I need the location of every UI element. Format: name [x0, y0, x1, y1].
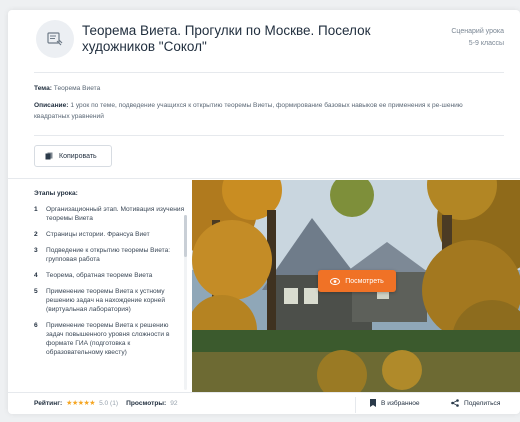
card-footer: Рейтинг: ★★★★★ 5.0 (1) Просмотры: 92 В и… — [8, 392, 520, 414]
rating-label: Рейтинг: — [34, 399, 63, 407]
views-label: Просмотры: — [126, 399, 167, 407]
stage-text: Теорема, обратная теореме Виета — [46, 272, 153, 279]
stage-text: Подведение к открытию теоремы Виета: гру… — [46, 247, 171, 263]
copy-button-label: Копировать — [59, 152, 97, 160]
description-label: Описание: — [34, 102, 69, 109]
copy-button[interactable]: Копировать — [34, 145, 112, 167]
lesson-card: Теорема Виета. Прогулки по Москве. Посел… — [8, 10, 520, 414]
share-button[interactable]: Поделиться — [451, 399, 500, 407]
stage-number: 3 — [34, 247, 38, 254]
divider — [34, 135, 504, 136]
favorite-label: В избранное — [381, 399, 420, 407]
stage-number: 2 — [34, 231, 38, 238]
favorite-button[interactable]: В избранное — [370, 399, 420, 407]
topic-row: Тема: Теорема Виета — [34, 83, 504, 94]
eye-icon — [330, 277, 341, 285]
stage-item[interactable]: 6 Применение теоремы Виета к решению зада… — [34, 321, 186, 357]
stage-number: 1 — [34, 206, 38, 213]
stage-text: Применение теоремы Виета к устному решен… — [46, 288, 166, 313]
stages-scroll-thumb[interactable] — [184, 215, 187, 257]
material-type: Сценарий урока 5-9 классы — [451, 26, 504, 50]
stage-number: 4 — [34, 272, 38, 279]
description-row: Описание: 1 урок по теме, подведение уча… — [34, 100, 494, 122]
stage-number: 5 — [34, 288, 38, 295]
rating-stars[interactable]: ★★★★★ — [66, 399, 95, 407]
views-value: 92 — [170, 399, 178, 407]
scenario-icon — [36, 20, 74, 58]
material-type-label: Сценарий урока — [451, 28, 504, 35]
stages-title: Этапы урока: — [34, 190, 78, 197]
view-button[interactable]: Посмотреть — [318, 270, 396, 292]
copy-icon — [45, 152, 53, 160]
description-value: 1 урок по теме, подведение учащихся к от… — [34, 102, 463, 120]
share-icon — [451, 399, 459, 407]
stage-item[interactable]: 3 Подведение к открытию теоремы Виета: гр… — [34, 246, 186, 264]
view-button-label: Посмотреть — [345, 277, 384, 285]
page-title: Теорема Виета. Прогулки по Москве. Посел… — [82, 23, 371, 54]
lesson-photo: Посмотреть — [192, 180, 520, 392]
stage-item[interactable]: 5 Применение теоремы Виета к устному реше… — [34, 287, 186, 314]
topic-label: Тема: — [34, 85, 52, 92]
card-header: Теорема Виета. Прогулки по Москве. Посел… — [8, 10, 520, 68]
stage-text: Применение теоремы Виета к решению задач… — [46, 322, 170, 356]
grades-label: 5-9 классы — [468, 40, 504, 47]
stage-text: Организационный этап. Мотивация изучения… — [46, 206, 185, 222]
stage-item[interactable]: 4 Теорема, обратная теореме Виета — [34, 271, 186, 280]
divider — [8, 178, 520, 179]
stage-item[interactable]: 2 Страницы истории. Франсуа Виет — [34, 230, 186, 239]
stage-item[interactable]: 1 Организационный этап. Мотивация изучени… — [34, 205, 186, 223]
rating: Рейтинг: ★★★★★ 5.0 (1) Просмотры: 92 — [34, 399, 178, 408]
lesson-stages: Этапы урока: 1 Организационный этап. Моти… — [34, 190, 186, 390]
topic-value: Теорема Виета — [53, 85, 101, 92]
rating-value: 5.0 (1) — [99, 399, 119, 407]
stage-text: Страницы истории. Франсуа Виет — [46, 231, 150, 238]
footer-divider — [355, 397, 356, 413]
share-label: Поделиться — [464, 399, 501, 407]
stage-number: 6 — [34, 322, 38, 329]
bookmark-icon — [370, 399, 376, 407]
divider — [34, 72, 504, 73]
